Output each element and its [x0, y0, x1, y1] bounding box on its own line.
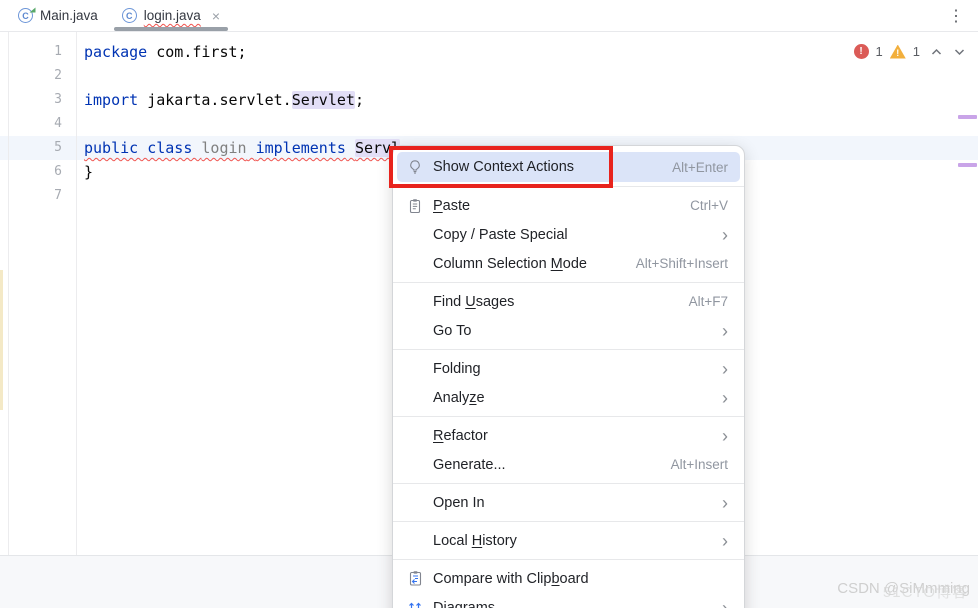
- tab-login-java[interactable]: Clogin.java ×: [110, 0, 232, 31]
- menu-item-label: Show Context Actions: [433, 159, 672, 175]
- ide-window: CMain.javaClogin.java×⋮ 1package com.fir…: [0, 0, 978, 608]
- menu-item-label: Local History: [433, 533, 722, 549]
- menu-item-copy-paste-special[interactable]: Copy / Paste Special›: [397, 220, 740, 249]
- java-class-icon: C: [122, 8, 137, 23]
- menu-item-label: Generate...: [433, 457, 671, 473]
- inspections-widget[interactable]: ! 1 ! 1: [854, 44, 966, 59]
- menu-item-diagrams[interactable]: Diagrams›: [397, 593, 740, 608]
- warning-icon: !: [890, 45, 906, 59]
- submenu-arrow-icon: ›: [722, 429, 728, 443]
- code-text: import jakarta.servlet.Servlet;: [76, 88, 364, 112]
- lightbulb-icon: [407, 159, 433, 175]
- code-line-3: 3import jakarta.servlet.Servlet;: [0, 88, 978, 112]
- close-tab-icon[interactable]: ×: [212, 8, 220, 24]
- tab-label: login.java: [144, 8, 201, 23]
- code-text: public class login implements Servl: [76, 136, 400, 160]
- line-number[interactable]: 4: [0, 112, 76, 136]
- line-number[interactable]: 7: [0, 184, 76, 208]
- menu-item-generate[interactable]: Generate...Alt+Insert: [397, 450, 740, 479]
- code-line-2: 2: [0, 64, 978, 88]
- code-text: [76, 112, 84, 136]
- menu-item-label: Diagrams: [433, 600, 722, 608]
- code-text: package com.first;: [76, 40, 247, 64]
- editor-tab-bar: C Main.java Clogin.java × ⋮: [0, 0, 978, 32]
- menu-item-label: Compare with Clipboard: [433, 571, 728, 587]
- line-number[interactable]: 1: [0, 40, 76, 64]
- left-change-marker: [0, 270, 3, 410]
- menu-item-refactor[interactable]: Refactor›: [397, 421, 740, 450]
- gutter-divider: [76, 32, 77, 555]
- line-number[interactable]: 2: [0, 64, 76, 88]
- warning-count: 1: [913, 44, 920, 59]
- occurrence-stripe-mark[interactable]: [958, 163, 977, 167]
- code-text: [76, 64, 84, 88]
- editor-left-divider: [8, 32, 9, 555]
- code-text: }: [76, 160, 93, 184]
- menu-item-paste[interactable]: PasteCtrl+V: [397, 191, 740, 220]
- menu-item-label: Find Usages: [433, 294, 689, 310]
- menu-item-label: Copy / Paste Special: [433, 227, 722, 243]
- watermark: CSDN @SiMmming 51CTO博客: [837, 580, 970, 597]
- java-class-run-icon: C: [18, 8, 33, 23]
- menu-item-label: Open In: [433, 495, 722, 511]
- code-line-4: 4: [0, 112, 978, 136]
- menu-item-shortcut: Alt+Insert: [671, 457, 728, 472]
- menu-separator: [393, 483, 744, 484]
- submenu-arrow-icon: ›: [722, 601, 728, 608]
- menu-item-label: Analyze: [433, 390, 722, 406]
- editor-context-menu: Show Context ActionsAlt+Enter PasteCtrl+V…: [392, 145, 745, 608]
- menu-item-folding[interactable]: Folding›: [397, 354, 740, 383]
- error-count: 1: [876, 44, 883, 59]
- tab-label: Main.java: [40, 8, 98, 23]
- submenu-arrow-icon: ›: [722, 362, 728, 376]
- menu-item-analyze[interactable]: Analyze›: [397, 383, 740, 412]
- submenu-arrow-icon: ›: [722, 391, 728, 405]
- menu-item-label: Go To: [433, 323, 722, 339]
- menu-item-label: Column Selection Mode: [433, 256, 636, 272]
- submenu-arrow-icon: ›: [722, 534, 728, 548]
- menu-item-shortcut: Alt+F7: [689, 294, 728, 309]
- menu-item-shortcut: Ctrl+V: [690, 198, 728, 213]
- submenu-arrow-icon: ›: [722, 228, 728, 242]
- error-icon: !: [854, 44, 869, 59]
- diagrams-icon: [407, 600, 433, 608]
- code-line-1: 1package com.first;: [0, 40, 978, 64]
- menu-separator: [393, 282, 744, 283]
- line-number[interactable]: 6: [0, 160, 76, 184]
- menu-item-open-in[interactable]: Open In›: [397, 488, 740, 517]
- code-text: [76, 184, 84, 208]
- tab-main-java[interactable]: C Main.java: [6, 0, 110, 31]
- next-problem-chevron-down-icon[interactable]: [953, 47, 966, 57]
- watermark-overlay: 51CTO博客: [883, 581, 968, 602]
- menu-item-shortcut: Alt+Shift+Insert: [636, 256, 728, 271]
- menu-item-show-context-actions[interactable]: Show Context ActionsAlt+Enter: [397, 152, 740, 182]
- menu-item-go-to[interactable]: Go To›: [397, 316, 740, 345]
- menu-item-column-selection-mode[interactable]: Column Selection ModeAlt+Shift+Insert: [397, 249, 740, 278]
- more-options-kebab-icon[interactable]: ⋮: [934, 6, 978, 26]
- submenu-arrow-icon: ›: [722, 324, 728, 338]
- occurrence-stripe-mark[interactable]: [958, 115, 977, 119]
- menu-item-label: Refactor: [433, 428, 722, 444]
- menu-item-shortcut: Alt+Enter: [672, 160, 728, 175]
- menu-separator: [393, 521, 744, 522]
- menu-separator: [393, 186, 744, 187]
- menu-item-compare-with-clipboard[interactable]: Compare with Clipboard: [397, 564, 740, 593]
- clipboard-compare-icon: [407, 570, 433, 587]
- menu-item-label: Paste: [433, 198, 690, 214]
- menu-item-label: Folding: [433, 361, 722, 377]
- submenu-arrow-icon: ›: [722, 496, 728, 510]
- menu-separator: [393, 559, 744, 560]
- menu-separator: [393, 349, 744, 350]
- menu-item-local-history[interactable]: Local History›: [397, 526, 740, 555]
- menu-separator: [393, 416, 744, 417]
- line-number[interactable]: 5: [0, 136, 76, 160]
- previous-problem-chevron-up-icon[interactable]: [930, 47, 943, 57]
- line-number[interactable]: 3: [0, 88, 76, 112]
- menu-item-find-usages[interactable]: Find UsagesAlt+F7: [397, 287, 740, 316]
- clipboard-icon: [407, 198, 433, 214]
